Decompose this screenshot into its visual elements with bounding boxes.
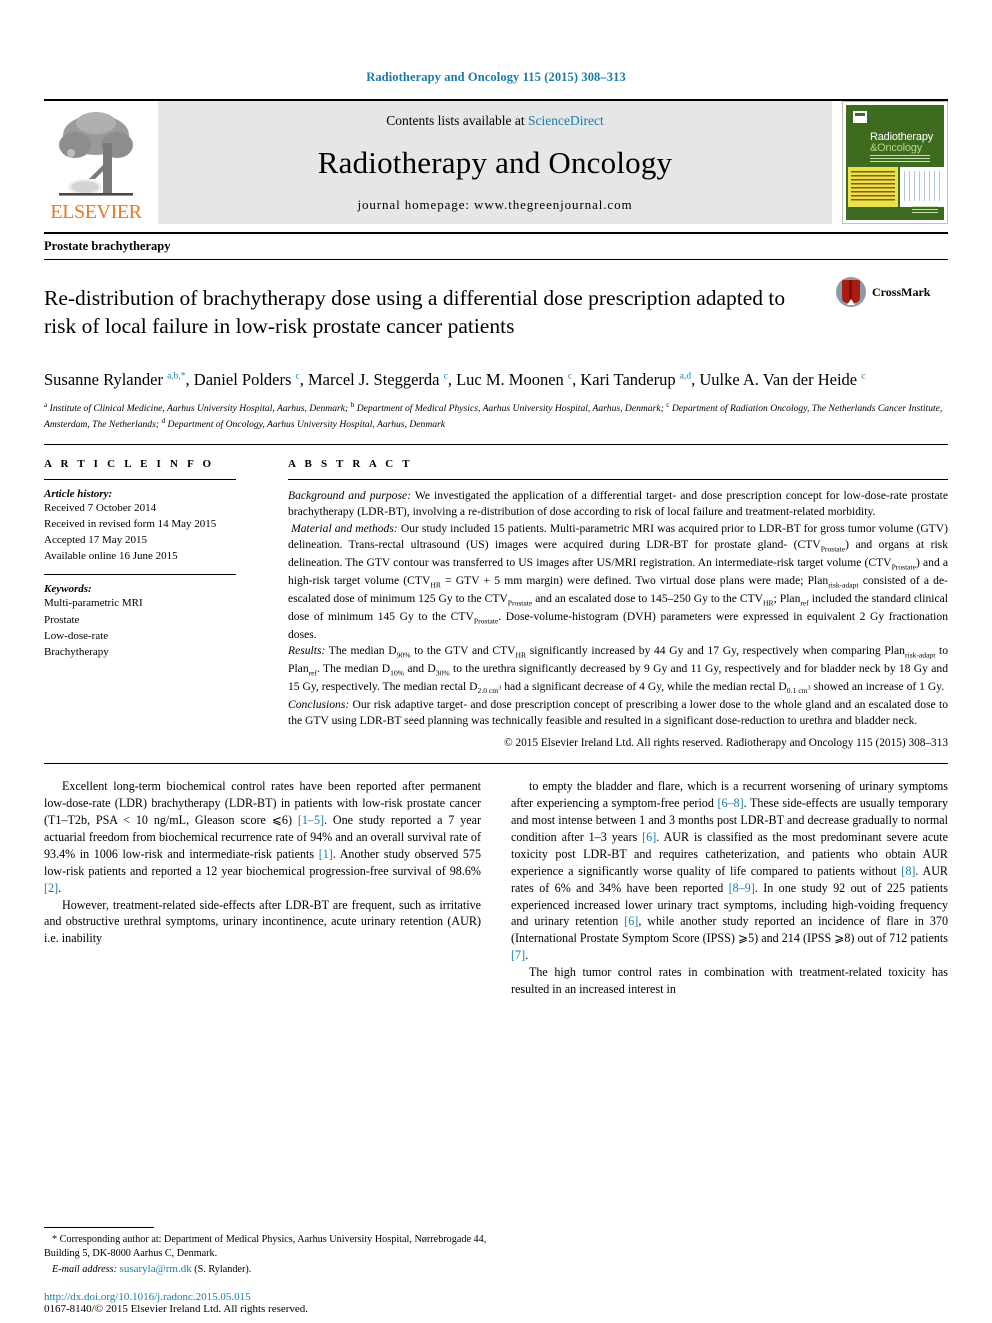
list-item: Accepted 17 May 2015 bbox=[44, 534, 147, 547]
doi-block: http://dx.doi.org/10.1016/j.radonc.2015.… bbox=[44, 1291, 308, 1315]
divider-abstract bbox=[288, 479, 948, 481]
abstract-body: Background and purpose: We investigated … bbox=[288, 488, 948, 729]
paragraph: Material and methods: Our study included… bbox=[288, 521, 949, 641]
cover-publisher-icon bbox=[852, 110, 868, 124]
contents-available-line: Contents lists available at ScienceDirec… bbox=[386, 113, 603, 129]
cover-figure-panel bbox=[900, 167, 944, 207]
paragraph: Excellent long-term biochemical control … bbox=[44, 779, 481, 895]
journal-band: Contents lists available at ScienceDirec… bbox=[158, 101, 832, 224]
info-abstract-area: A R T I C L E I N F O Article history: R… bbox=[44, 458, 948, 749]
list-item: Received in revised form 14 May 2015 bbox=[44, 518, 217, 531]
paragraph: The high tumor control rates in combinat… bbox=[511, 965, 948, 997]
cover-toc-panel bbox=[848, 167, 898, 207]
journal-cover-thumbnail: Radiotherapy &Oncology bbox=[842, 101, 948, 224]
divider-above-info bbox=[44, 444, 948, 446]
journal-masthead: ELSEVIER Contents lists available at Sci… bbox=[44, 99, 948, 224]
divider-article-info bbox=[44, 479, 236, 481]
article-history-label: Article history: bbox=[44, 488, 113, 501]
abstract-copyright: © 2015 Elsevier Ireland Ltd. All rights … bbox=[504, 737, 948, 750]
journal-title: Radiotherapy and Oncology bbox=[317, 145, 673, 180]
paragraph: However, treatment-related side-effects … bbox=[44, 897, 481, 946]
paragraph: to empty the bladder and flare, which is… bbox=[511, 779, 949, 963]
cover-subtitle-lines bbox=[870, 155, 930, 162]
keywords-list: Multi-parametric MRI Prostate Low-dose-rat… bbox=[44, 595, 236, 659]
abstract-column: A B S T R A C T Background and purpose: … bbox=[252, 458, 948, 749]
section-title: Prostate brachytherapy bbox=[44, 239, 171, 253]
doi-link[interactable]: http://dx.doi.org/10.1016/j.radonc.2015.… bbox=[44, 1291, 308, 1303]
list-item: Received 7 October 2014 bbox=[44, 502, 157, 515]
elsevier-tree-icon bbox=[59, 112, 133, 196]
elsevier-logo: ELSEVIER bbox=[44, 101, 148, 224]
journal-article-page: Radiotherapy and Oncology 115 (2015) 308… bbox=[0, 0, 992, 1323]
page-title: Re-distribution of brachytherapy dose us… bbox=[44, 286, 786, 339]
journal-homepage-line[interactable]: journal homepage: www.thegreenjournal.co… bbox=[357, 197, 632, 213]
crossmark-icon bbox=[836, 277, 866, 307]
abstract-heading: A B S T R A C T bbox=[288, 458, 413, 471]
divider-under-section bbox=[44, 259, 948, 260]
article-history-list: Received 7 October 2014 Received in revis… bbox=[44, 500, 236, 564]
cover-title-line2: &Oncology bbox=[870, 142, 923, 154]
divider-keywords bbox=[44, 574, 236, 576]
body-columns: Excellent long-term biochemical control … bbox=[44, 778, 948, 998]
paragraph: Background and purpose: We investigated … bbox=[288, 489, 948, 519]
body-column-left: Excellent long-term biochemical control … bbox=[44, 778, 481, 998]
crossmark-label: CrossMark bbox=[872, 284, 931, 299]
crossmark-badge[interactable]: CrossMark bbox=[836, 271, 948, 307]
email-owner: (S. Rylander). bbox=[194, 1263, 252, 1275]
list-item: Prostate bbox=[44, 613, 80, 626]
contents-prefix: Contents lists available at bbox=[386, 113, 528, 128]
body-column-right: to empty the bladder and flare, which is… bbox=[511, 778, 948, 998]
cover-society-badge bbox=[912, 206, 938, 215]
corresponding-author-note: * Corresponding author at: Department of… bbox=[44, 1234, 487, 1260]
list-item: Multi-parametric MRI bbox=[44, 597, 143, 610]
list-item: Low-dose-rate bbox=[44, 629, 109, 642]
elsevier-wordmark: ELSEVIER bbox=[50, 201, 142, 223]
article-info-heading: A R T I C L E I N F O bbox=[44, 458, 215, 471]
list-item: Brachytherapy bbox=[44, 645, 109, 658]
sciencedirect-link[interactable]: ScienceDirect bbox=[528, 113, 604, 128]
keywords-label: Keywords: bbox=[44, 583, 92, 596]
author-list: Susanne Rylander a,b,*, Daniel Polders c… bbox=[44, 369, 866, 389]
email-link[interactable]: susaryla@rm.dk bbox=[120, 1263, 192, 1275]
footnote-rule bbox=[44, 1227, 154, 1229]
issn-copyright: 0167-8140/© 2015 Elsevier Ireland Ltd. A… bbox=[44, 1303, 309, 1315]
paragraph: Results: The median D90% to the GTV and … bbox=[288, 643, 948, 696]
paragraph: Conclusions: Our risk adaptive target- a… bbox=[288, 697, 948, 727]
title-row: Re-distribution of brachytherapy dose us… bbox=[44, 271, 948, 356]
footnotes: * Corresponding author at: Department of… bbox=[44, 1227, 490, 1277]
article-info-column: A R T I C L E I N F O Article history: R… bbox=[44, 458, 252, 749]
running-head: Radiotherapy and Oncology 115 (2015) 308… bbox=[366, 70, 626, 84]
email-label: E-mail address: bbox=[52, 1263, 117, 1275]
list-item: Available online 16 June 2015 bbox=[44, 550, 178, 563]
divider-above-body bbox=[44, 763, 948, 765]
email-note: E-mail address: susaryla@rm.dk (S. Rylan… bbox=[44, 1262, 490, 1277]
affiliation-list: a Institute of Clinical Medicine, Aarhus… bbox=[44, 400, 943, 431]
